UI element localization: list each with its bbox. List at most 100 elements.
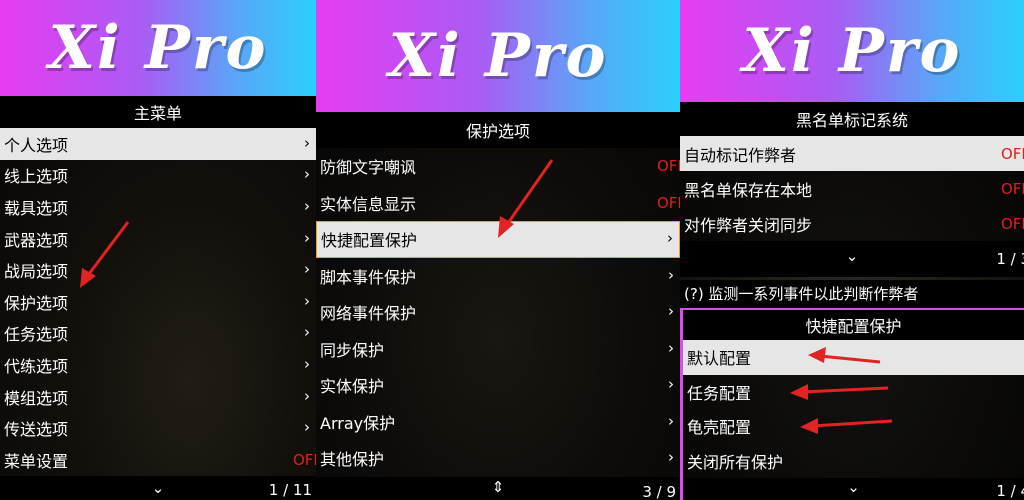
menu-item-disable-all-protection[interactable]: 关闭所有保护 [683,443,1024,478]
menu-item-label: 代练选项 [4,356,69,376]
page-counter: 1 / 4 [996,482,1024,500]
menu-item-quick-config-protection[interactable]: 快捷配置保护 › [316,221,680,258]
menu-item-label: 关闭所有保护 [687,452,784,472]
chevron-right-icon: › [668,375,674,394]
chevron-right-icon: › [668,265,674,284]
menu-item-label: 脚本事件保护 [320,267,417,287]
page-counter: 1 / 3 [996,250,1024,268]
menu-item-label: 同步保护 [320,340,385,360]
menu-item-default-config[interactable]: 默认配置 [683,340,1024,375]
menu-item-list: 自动标记作弊者 OFF 黑名单保存在本地 OFF 对作弊者关闭同步 OFF [680,136,1024,241]
toggle-status: OFF [1000,214,1024,233]
menu-item-disable-sync-for-cheaters[interactable]: 对作弊者关闭同步 OFF [680,206,1024,241]
page-counter: 3 / 9 [642,483,676,500]
menu-item-label: 实体信息显示 [320,194,417,214]
item-description: (?) 监测一系列事件以此判断作弊者 [680,280,1024,308]
menu-title: 主菜单 [0,96,316,128]
protection-options-panel: Xi Pro 保护选项 防御文字嘲讽 OFF 实体信息显示 OFF 快捷配置保护 › … [316,0,680,500]
menu-item-label: 网络事件保护 [320,304,417,324]
menu-item-other-protection[interactable]: 其他保护 › [316,440,680,477]
menu-item-label: 防御文字嘲讽 [320,158,417,178]
menu-item-auto-flag-cheaters[interactable]: 自动标记作弊者 OFF [680,136,1024,171]
chevron-right-icon: › [304,355,310,374]
menu-item-label: 保护选项 [4,293,69,313]
menu-item-label: 自动标记作弊者 [684,145,797,165]
menu-item-script-event-protection[interactable]: 脚本事件保护 › [316,257,680,294]
toggle-status: OFF [656,193,680,212]
menu-item-settings[interactable]: 菜单设置 OFF [0,443,316,476]
menu-item-network-event-protection[interactable]: 网络事件保护 › [316,294,680,331]
menu-item-label: 线上选项 [4,167,69,187]
toggle-status: OFF [1000,179,1024,198]
menu-item-label: 默认配置 [687,349,752,369]
submenu-item-list: 默认配置 任务配置 龟壳配置 关闭所有保护 [683,340,1024,478]
menu-title: 黑名单标记系统 [680,102,1024,136]
menu-item-save-blacklist-local[interactable]: 黑名单保存在本地 OFF [680,171,1024,206]
chevron-right-icon: › [304,418,310,437]
menu-item-label: 载具选项 [4,198,69,218]
menu-item-online[interactable]: 线上选项 › [0,159,316,192]
chevron-right-icon: › [304,197,310,216]
menu-item-label: 传送选项 [4,420,69,440]
menu-item-label: 对作弊者关闭同步 [684,215,813,235]
menu-item-label: Array保护 [320,413,396,433]
menu-item-mods[interactable]: 模组选项 › [0,380,316,413]
menu-footer: ⇕ 3 / 9 [316,477,680,500]
menu-item-label: 任务选项 [4,325,69,345]
submenu-title: 快捷配置保护 [683,310,1024,340]
menu-item-array-protection[interactable]: Array保护 › [316,403,680,440]
menu-item-list: 防御文字嘲讽 OFF 实体信息显示 OFF 快捷配置保护 › 脚本事件保护 › 网络事件… [316,148,680,477]
menu-item-sync-protection[interactable]: 同步保护 › [316,330,680,367]
chevron-right-icon: › [304,386,310,405]
menu-item-list: 个人选项 › 线上选项 › 载具选项 › 武器选项 › 战局选项 › 保护选项 › 任务选项… [0,128,316,476]
chevron-right-icon: › [304,291,310,310]
menu-item-label: 其他保护 [320,450,385,470]
menu-item-entity-info[interactable]: 实体信息显示 OFF [316,184,680,221]
menu-item-label: 黑名单保存在本地 [684,180,813,200]
menu-item-label: 菜单设置 [4,451,69,471]
xi-pro-logo: Xi Pro [388,21,608,91]
chevron-right-icon: › [668,411,674,430]
menu-item-label: 任务配置 [687,383,752,403]
menu-item-weapon[interactable]: 武器选项 › [0,222,316,255]
toggle-status: OFF [292,450,316,469]
main-menu-panel: Xi Pro 主菜单 个人选项 › 线上选项 › 载具选项 › 武器选项 › 战局选项 ›… [0,0,316,500]
menu-item-session[interactable]: 战局选项 › [0,254,316,286]
menu-item-vehicle[interactable]: 载具选项 › [0,191,316,223]
menu-item-label: 模组选项 [4,388,69,408]
menu-banner: Xi Pro [680,0,1024,102]
xi-pro-logo: Xi Pro [742,16,962,86]
menu-banner: Xi Pro [0,0,316,96]
chevron-down-icon[interactable]: ⌄ [152,479,165,497]
menu-item-teleport[interactable]: 传送选项 › [0,412,316,444]
menu-item-label: 战局选项 [4,262,69,282]
chevron-right-icon: › [668,302,674,321]
chevron-right-icon: › [304,165,310,184]
scroll-updown-icon[interactable]: ⇕ [492,478,505,496]
menu-item-shell-config[interactable]: 龟壳配置 [683,409,1024,444]
menu-item-label: 龟壳配置 [687,418,752,438]
menu-item-boosting[interactable]: 代练选项 › [0,349,316,381]
menu-item-personal[interactable]: 个人选项 › [0,128,316,160]
menu-item-mission-config[interactable]: 任务配置 [683,374,1024,409]
chevron-right-icon: › [304,260,310,279]
menu-item-label: 快捷配置保护 [321,231,418,251]
menu-item-protection[interactable]: 保护选项 › [0,285,316,318]
menu-footer: ⌄ 1 / 11 [0,476,316,500]
menu-item-label: 个人选项 [4,135,69,155]
chevron-right-icon: › [668,448,674,467]
chevron-right-icon: › [668,338,674,357]
toggle-status: OFF [656,157,680,176]
chevron-down-icon[interactable]: ⌄ [846,247,859,265]
chevron-right-icon: › [304,323,310,342]
chevron-right-icon: › [667,229,673,248]
menu-banner: Xi Pro [316,0,680,112]
menu-item-anti-mock[interactable]: 防御文字嘲讽 OFF [316,148,680,185]
chevron-down-icon[interactable]: ⌄ [847,478,860,496]
toggle-status: OFF [1000,144,1024,163]
menu-item-mission[interactable]: 任务选项 › [0,317,316,350]
menu-item-entity-protection[interactable]: 实体保护 › [316,367,680,404]
menu-footer: ⌄ 1 / 3 [680,241,1024,277]
page-counter: 1 / 11 [268,481,312,499]
submenu-frame: 快捷配置保护 默认配置 任务配置 龟壳配置 关闭所有保护 ⌄ 1 / 4 [680,308,1024,500]
